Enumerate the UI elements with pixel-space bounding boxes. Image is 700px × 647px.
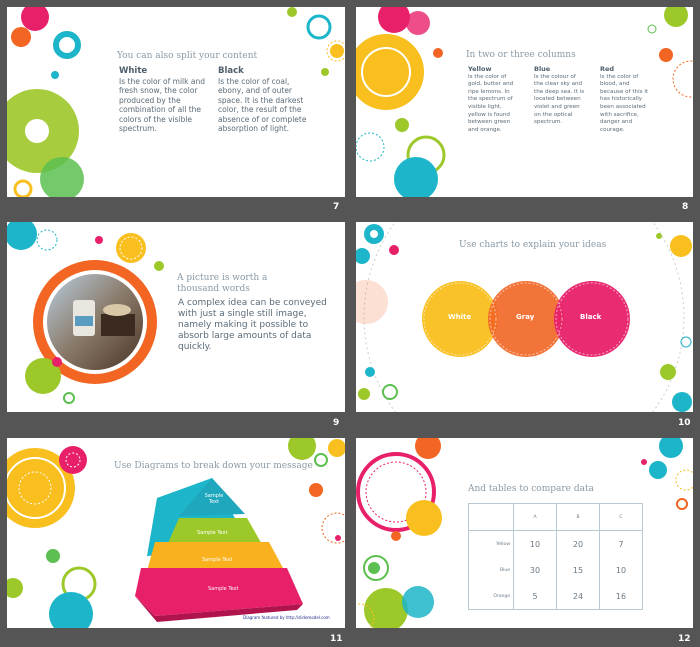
- pyramid-label: Sample Text: [204, 493, 224, 505]
- table-cell: 30: [513, 557, 557, 583]
- slide-thumbnail-10[interactable]: Use charts to explain your ideas White G…: [356, 222, 693, 412]
- column-black: Black Is the color of coal, ebony, and of…: [218, 66, 310, 134]
- column-header: C: [599, 503, 643, 531]
- comparison-table: ABC Yellow 10 20 7 Blue 30 15 10 Orange 5 24 16: [468, 503, 643, 610]
- slide-number: 12: [678, 634, 691, 644]
- table-row: Blue 30 15 10: [468, 557, 643, 583]
- column-red: Red Is the color of blood, and because of…: [600, 65, 652, 134]
- diagram-credit-link[interactable]: Diagram featured by http://slidemodel.co…: [243, 615, 330, 620]
- slide-body: A complex idea can be conveyed with just…: [178, 298, 327, 352]
- slide-thumbnail-11[interactable]: Use Diagrams to break down your message …: [7, 438, 345, 628]
- pyramid-label: Sample Text: [208, 586, 239, 592]
- column-body: Is the color of gold, butter and ripe le…: [468, 73, 514, 133]
- slide-title: Use Diagrams to break down your message: [114, 461, 313, 471]
- slide-number: 8: [682, 202, 689, 212]
- table-row: Orange 5 24 16: [468, 583, 643, 610]
- pyramid-label: Sample Text: [202, 557, 233, 563]
- slide-thumbnail-7[interactable]: You can also split your content White Is …: [7, 7, 345, 197]
- table-cell: 7: [599, 530, 643, 557]
- table-cell: 20: [556, 530, 600, 557]
- slide-title: A picture is worth a thousand words: [177, 273, 268, 294]
- slide-number: 11: [330, 634, 343, 644]
- slide-number: 7: [333, 202, 340, 212]
- table-cell: 10: [513, 530, 557, 557]
- slide-title: Use charts to explain your ideas: [459, 240, 607, 250]
- row-label: Orange: [468, 583, 514, 610]
- column-heading: White: [119, 66, 148, 76]
- slide-title: And tables to compare data: [468, 484, 594, 494]
- table-cell: 24: [556, 583, 600, 610]
- column-heading: Black: [218, 66, 244, 76]
- column-header: A: [513, 503, 557, 531]
- column-white: White Is the color of milk and fresh snow…: [119, 66, 217, 134]
- table-cell: 10: [599, 557, 643, 583]
- column-heading: Blue: [534, 65, 551, 73]
- column-body: Is the color of coal, ebony, and of oute…: [218, 76, 307, 134]
- slide-thumbnail-12[interactable]: And tables to compare data ABC Yellow 10 2…: [356, 438, 693, 628]
- slide-title: In two or three columns: [466, 50, 576, 60]
- slide-number: 9: [333, 418, 340, 428]
- slide-number: 10: [678, 418, 691, 428]
- venn-label: Gray: [516, 313, 535, 321]
- column-body: Is the color of milk and fresh snow, the…: [119, 76, 205, 134]
- column-heading: Red: [600, 65, 615, 73]
- column-body: Is the color of blood, and because of th…: [600, 73, 649, 133]
- column-yellow: Yellow Is the color of gold, butter and r…: [468, 65, 520, 134]
- slide-thumbnail-9[interactable]: A picture is worth a thousand words A co…: [7, 222, 345, 412]
- column-blue: Blue Is the colour of the clear sky and t…: [534, 65, 586, 127]
- row-label: Yellow: [468, 530, 514, 557]
- slide-thumbnail-8[interactable]: In two or three columns Yellow Is the col…: [356, 7, 693, 197]
- table-cell: 16: [599, 583, 643, 610]
- table-cell: 15: [556, 557, 600, 583]
- slide-title: You can also split your content: [117, 51, 258, 61]
- table-header-row: ABC: [468, 503, 643, 531]
- table-row: Yellow 10 20 7: [468, 530, 643, 557]
- pyramid-label: Sample Text: [197, 530, 228, 536]
- column-header: B: [556, 503, 600, 531]
- row-label: Blue: [468, 557, 514, 583]
- column-heading: Yellow: [468, 65, 492, 73]
- venn-label: Black: [580, 313, 602, 321]
- table-cell: 5: [513, 583, 557, 610]
- venn-label: White: [448, 313, 472, 321]
- column-body: Is the colour of the clear sky and the d…: [534, 73, 585, 126]
